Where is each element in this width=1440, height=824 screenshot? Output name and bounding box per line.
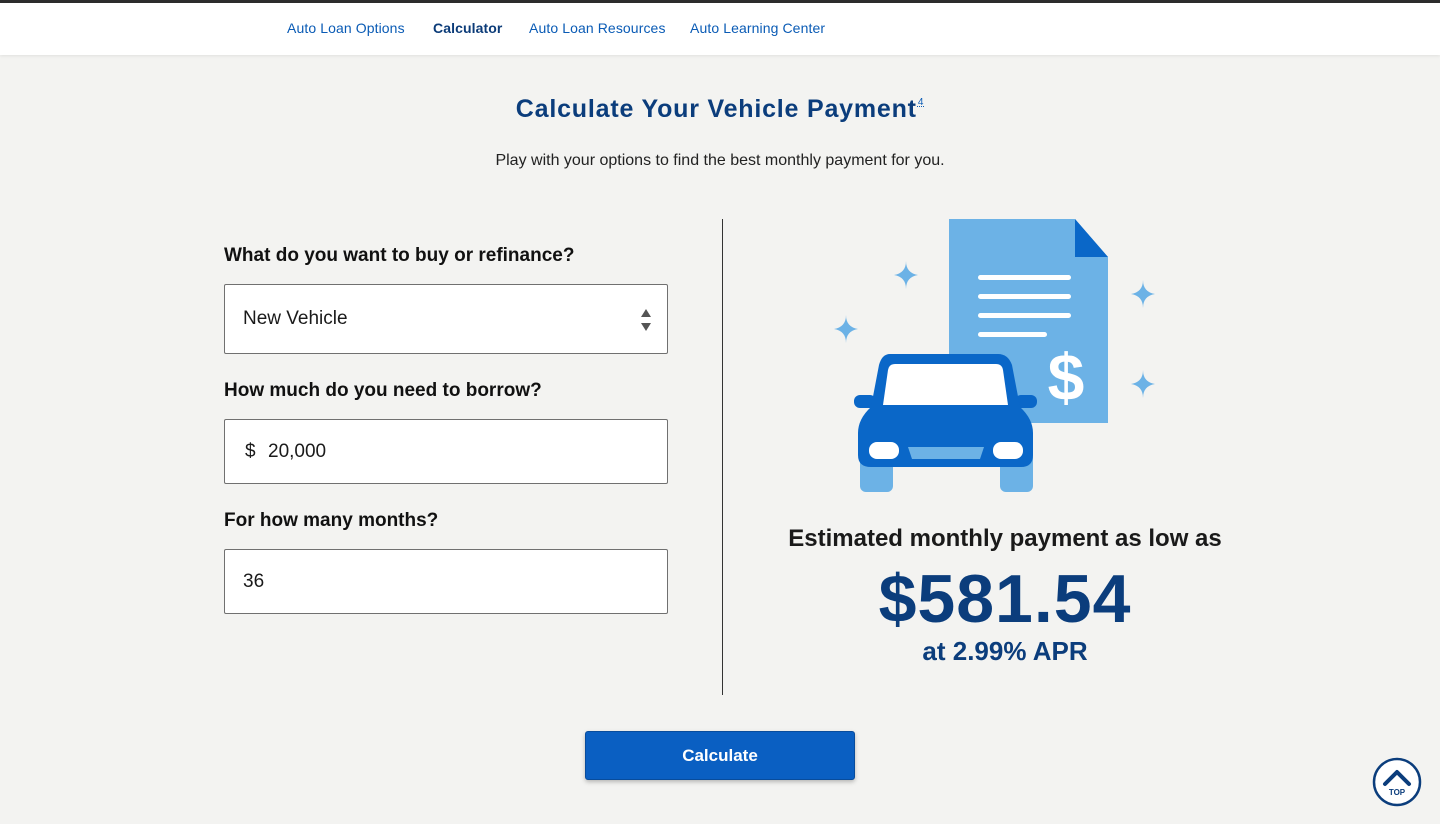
page-title: Calculate Your Vehicle Payment4	[0, 95, 1440, 124]
back-to-top-label: TOP	[1388, 788, 1406, 797]
payment-amount: $581.54	[878, 561, 1132, 637]
page-subtitle: Play with your options to find the best …	[495, 152, 945, 169]
estimated-payment-label: Estimated monthly payment as low as	[788, 525, 1222, 552]
purpose-select[interactable]: New Vehicle	[224, 284, 668, 354]
apr-text: at 2.99% APR	[922, 636, 1088, 666]
select-arrows-icon	[639, 309, 653, 331]
nav-auto-loan-options[interactable]: Auto Loan Options	[287, 20, 405, 36]
amount-input-value: 20,000	[268, 441, 327, 462]
sub-navigation: Auto Loan Options Calculator Auto Loan R…	[0, 3, 1440, 55]
page-title-text: Calculate Your Vehicle Payment	[515, 95, 917, 123]
nav-auto-learning-center[interactable]: Auto Learning Center	[690, 20, 825, 36]
car-document-illustration: $	[834, 219, 1155, 492]
nav-auto-loan-resources[interactable]: Auto Loan Resources	[529, 20, 666, 36]
purpose-question: What do you want to buy or refinance?	[224, 245, 575, 266]
svg-text:$: $	[1048, 340, 1085, 414]
calculate-button[interactable]: Calculate	[585, 731, 855, 780]
currency-symbol: $	[245, 441, 256, 462]
nav-calculator[interactable]: Calculator	[433, 20, 502, 36]
purpose-select-value: New Vehicle	[243, 308, 348, 329]
back-to-top-button[interactable]: TOP	[1372, 757, 1422, 807]
footnote-link[interactable]: 4	[918, 97, 924, 108]
amount-input[interactable]: $ 20,000	[224, 419, 668, 484]
months-input[interactable]: 36	[224, 549, 668, 614]
amount-question: How much do you need to borrow?	[224, 380, 542, 401]
months-question: For how many months?	[224, 510, 439, 531]
months-input-value: 36	[243, 571, 265, 592]
chevron-up-circle-icon	[1372, 757, 1422, 807]
